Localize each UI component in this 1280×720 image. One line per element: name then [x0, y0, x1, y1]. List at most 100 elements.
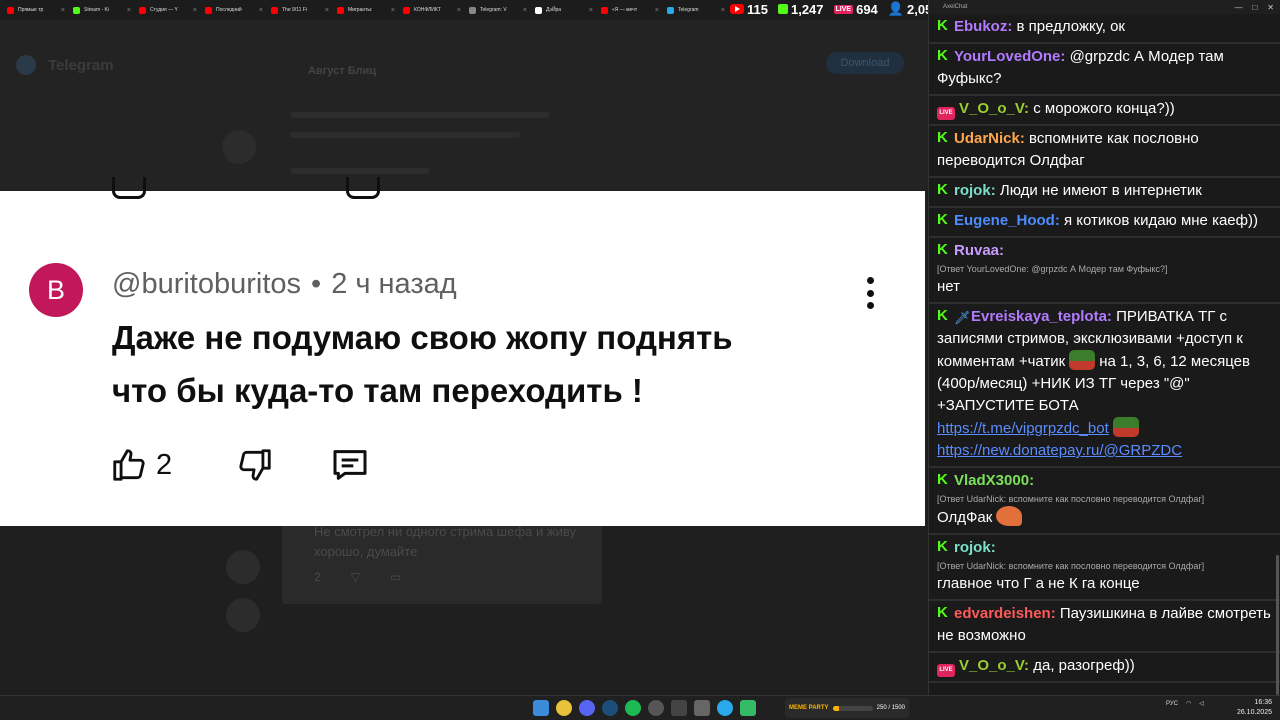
browser-tab[interactable]: КОНФЛИКТ ×	[400, 2, 464, 18]
thumb-down-icon[interactable]	[236, 446, 274, 484]
browser-tab[interactable]: Студия — Y ×	[136, 2, 200, 18]
wifi-icon[interactable]: ◠	[1186, 700, 1191, 707]
app-icon[interactable]	[671, 700, 687, 716]
kick-badge-icon	[937, 209, 950, 231]
volume-icon[interactable]: ◁	[1199, 700, 1204, 707]
reply-icon[interactable]	[330, 445, 370, 485]
language-indicator[interactable]: РУС	[1166, 701, 1178, 707]
chat-nickname[interactable]: Eugene_Hood	[954, 212, 1055, 229]
chat-link[interactable]: https://new.donatepay.ru/@GRPZDC	[937, 442, 1182, 459]
chat-nickname[interactable]: UdarNick	[954, 130, 1020, 147]
chat-message-list[interactable]: Ebukoz: в предложку, ок YourLovedOne: @gr…	[929, 14, 1280, 683]
chat-nickname[interactable]: Ebukoz	[954, 18, 1007, 35]
chat-nickname[interactable]: VladX3000	[954, 472, 1029, 489]
tab-close-icon[interactable]: ×	[457, 7, 461, 14]
telegram-comment-text: Не смотрел ни одного стрима шефа и живу …	[314, 524, 576, 559]
telegram-logo[interactable]: Telegram	[16, 55, 114, 75]
chat-message-text: главное что Г а не К га конце	[937, 575, 1140, 592]
chat-nickname[interactable]: V_O_o_V	[959, 657, 1024, 674]
tab-favicon-icon	[469, 6, 476, 14]
tab-close-icon[interactable]: ×	[721, 7, 725, 14]
meme-party-progress-bar	[832, 705, 873, 711]
browser-tab[interactable]: Telegram: V ×	[466, 2, 530, 18]
chat-link[interactable]: https://t.me/vipgrpzdc_bot	[937, 420, 1109, 437]
chat-nickname[interactable]: Ruvaa	[954, 242, 999, 259]
app-icon[interactable]	[740, 700, 756, 716]
meme-party-progress: 250 / 1500	[876, 705, 905, 711]
tab-favicon-icon	[7, 6, 14, 14]
like-count: 2	[156, 448, 173, 481]
browser-tab[interactable]: «Я — мечт ×	[598, 2, 662, 18]
chat-nickname[interactable]: Evreiskaya_teplota	[971, 308, 1107, 325]
steam-icon[interactable]	[602, 700, 618, 716]
telegram-post-line	[290, 112, 550, 118]
telegram-like-count[interactable]: 2	[314, 570, 321, 584]
chat-message-line: V_O_o_V: с морожого конца?))	[937, 98, 1272, 120]
browser-tab[interactable]: Прямые тр ×	[4, 2, 68, 18]
chat-scrollbar[interactable]	[1276, 555, 1279, 695]
tab-close-icon[interactable]: ×	[523, 7, 527, 14]
telegram-dislike-icon[interactable]: ▽	[351, 570, 360, 584]
taskbar-clock[interactable]: 16:36 26.10.2025	[1237, 698, 1272, 718]
browser-tab[interactable]: Stream - Ki ×	[70, 2, 134, 18]
chat-message: rojok: Люди не имеют в интернетик	[929, 178, 1280, 208]
chrome-icon[interactable]	[556, 700, 572, 716]
tab-close-icon[interactable]: ×	[259, 7, 263, 14]
tab-close-icon[interactable]: ×	[391, 7, 395, 14]
minimize-icon[interactable]: —	[1234, 3, 1242, 12]
telegram-comment-actions: 2 ▽ ▭	[314, 570, 401, 584]
tab-close-icon[interactable]: ×	[589, 7, 593, 14]
chat-message-body: главное что Г а не К га конце	[937, 573, 1272, 595]
tab-label: КОНФЛИКТ	[414, 7, 441, 13]
chat-message-line: VladX3000:	[937, 469, 1272, 492]
app-icon[interactable]	[694, 700, 710, 716]
thumb-up-icon[interactable]	[110, 446, 148, 484]
chat-nickname[interactable]: YourLovedOne	[954, 48, 1060, 65]
tab-close-icon[interactable]: ×	[325, 7, 329, 14]
chat-message-text: в предложку, ок	[1016, 18, 1125, 35]
windows-start-icon[interactable]	[533, 700, 549, 716]
tab-label: Мигранты:	[348, 7, 373, 13]
telegram-post-reactions	[290, 132, 520, 138]
tab-favicon-icon	[403, 6, 410, 14]
tab-close-icon[interactable]: ×	[127, 7, 131, 14]
browser-tab[interactable]: Мигранты: ×	[334, 2, 398, 18]
chat-nickname[interactable]: V_O_o_V	[959, 100, 1024, 117]
viewer-stats: 115 1,247 LIVE 694 👤 2,056	[730, 0, 940, 18]
chat-nickname[interactable]: rojok	[954, 539, 991, 556]
meme-party-widget[interactable]: MEME PARTY 250 / 1500	[785, 698, 909, 718]
chat-message-line: rojok: Люди не имеют в интернетик	[937, 179, 1272, 202]
telegram-icon[interactable]	[717, 700, 733, 716]
chat-nickname[interactable]: rojok	[954, 182, 991, 199]
kick-badge-icon	[937, 15, 950, 37]
browser-tab[interactable]: Последний ×	[202, 2, 266, 18]
browser-tab[interactable]: Telegram ×	[664, 2, 728, 18]
more-options-icon[interactable]	[863, 277, 877, 309]
obs-icon[interactable]	[648, 700, 664, 716]
browser-tab[interactable]: ДэЙра ×	[532, 2, 596, 18]
chat-nickname[interactable]: edvardeishen	[954, 605, 1051, 622]
maximize-icon[interactable]: □	[1252, 3, 1257, 12]
tab-close-icon[interactable]: ×	[61, 7, 65, 14]
spotify-icon[interactable]	[625, 700, 641, 716]
telegram-download-button[interactable]: Download	[826, 52, 904, 74]
close-icon[interactable]: ✕	[1267, 3, 1274, 12]
tab-label: Telegram: V	[480, 7, 507, 13]
live-badge-icon	[937, 664, 955, 677]
tab-close-icon[interactable]: ×	[193, 7, 197, 14]
live-viewer-count: 694	[856, 1, 878, 17]
chat-message: Eugene_Hood: я котиков кидаю мне каеф))	[929, 208, 1280, 238]
telegram-reply-icon[interactable]: ▭	[390, 570, 401, 584]
screen: Telegram Август Блиц Download Не смотрел…	[0, 0, 1280, 720]
comment-time: 2 ч назад	[331, 268, 457, 300]
moderator-sword-icon: 🗡	[954, 310, 971, 325]
youtube-comment-card: B @buritoburitos • 2 ч назад Даже не под…	[0, 177, 925, 526]
discord-icon[interactable]	[579, 700, 595, 716]
chat-message-line: Ebukoz: в предложку, ок	[937, 15, 1272, 38]
comment-author[interactable]: @buritoburitos	[112, 268, 301, 301]
chat-message-text: да, разогреф))	[1033, 657, 1135, 674]
tab-close-icon[interactable]: ×	[655, 7, 659, 14]
comment-avatar[interactable]: B	[29, 263, 83, 317]
telegram-avatar	[222, 130, 256, 164]
browser-tab[interactable]: The 9/11 Fi ×	[268, 2, 332, 18]
